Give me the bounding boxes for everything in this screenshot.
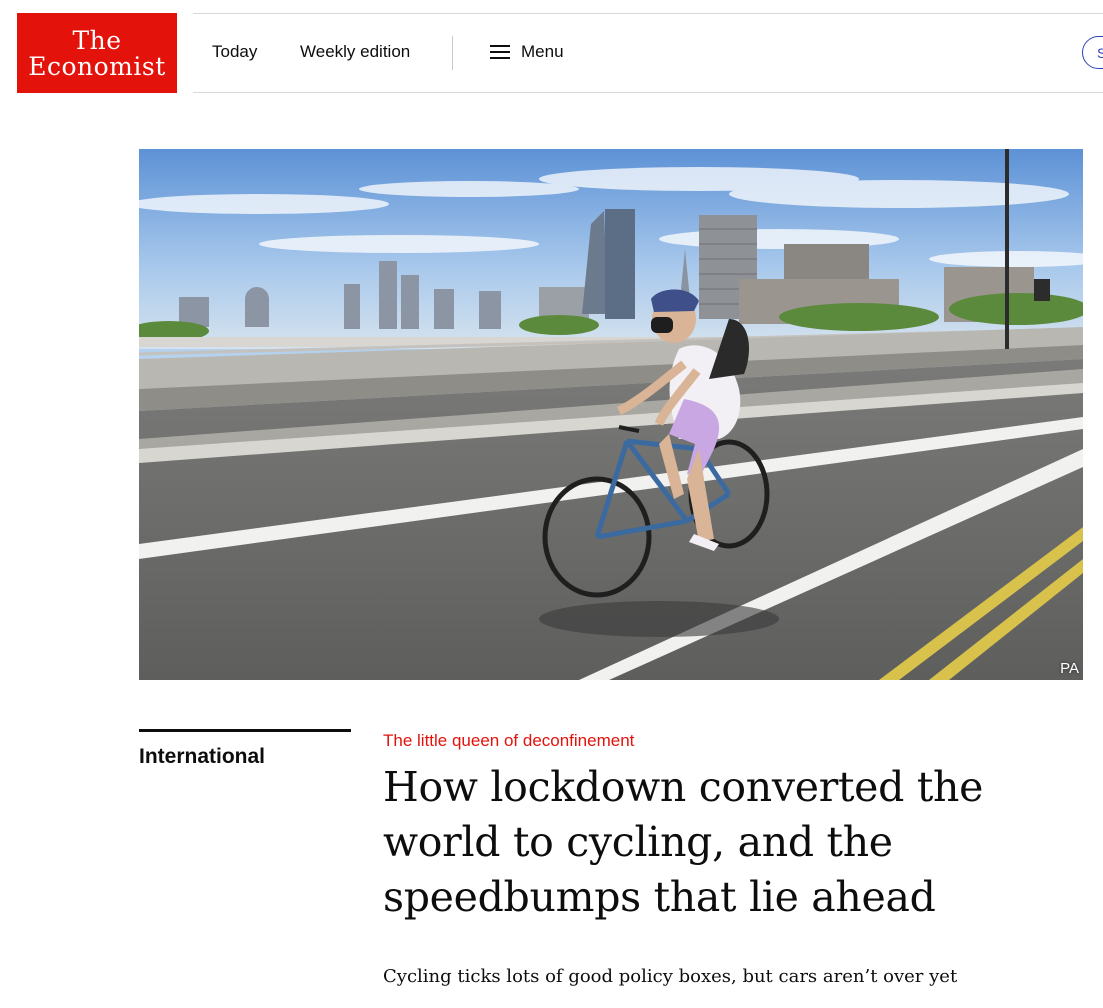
article-headline: How lockdown converted the world to cycl… [383, 763, 984, 921]
hero-image: PA [139, 149, 1083, 680]
photo-credit: PA [1060, 660, 1079, 677]
menu-button[interactable]: Menu [490, 38, 564, 66]
hamburger-icon [490, 45, 510, 59]
nav-today-link[interactable]: Today [212, 41, 257, 63]
logo-line-2: Economist [28, 51, 166, 81]
hero-illustration [139, 149, 1083, 680]
header-bottom-rule [193, 92, 1103, 93]
article-standfirst: Cycling ticks lots of good policy boxes,… [383, 966, 958, 987]
nav-divider [452, 36, 453, 70]
section-link-international[interactable]: International [139, 745, 265, 769]
menu-label: Menu [521, 42, 564, 61]
nav-weekly-edition-link[interactable]: Weekly edition [300, 41, 410, 63]
article-rubric: The little queen of deconfinement [383, 731, 635, 750]
economist-logo[interactable]: The Economist [17, 13, 177, 93]
header-top-rule [193, 13, 1103, 14]
subscribe-button[interactable]: S [1082, 36, 1103, 69]
logo-line-1: The [72, 25, 122, 55]
section-rule [139, 729, 351, 732]
